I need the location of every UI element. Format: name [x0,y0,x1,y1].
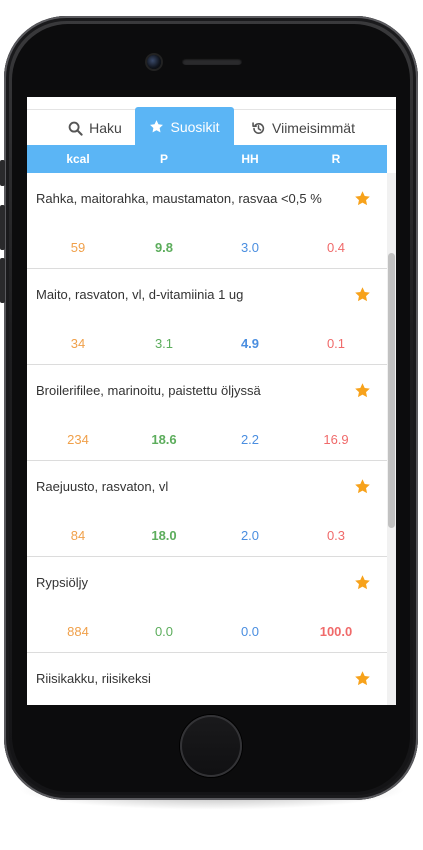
kcal-value: 59 [70,240,86,255]
star-icon [150,120,164,133]
favorite-star-icon[interactable] [354,382,371,399]
fat-value: 16.9 [323,432,349,447]
tab-recent[interactable]: Viimeisimmät [243,110,363,146]
protein-value: 18.6 [151,432,177,447]
kcal-value: 84 [70,528,86,543]
kcal-value: 234 [67,432,89,447]
column-protein: P [159,152,168,166]
protein-value: 18.0 [151,528,177,543]
column-kcal: kcal [66,152,90,166]
kcal-value: 884 [67,624,89,639]
food-row[interactable]: Rahka, maitorahka, maustamaton, rasvaa <… [27,173,387,269]
protein-value: 3.1 [154,336,174,351]
protein-value: 9.8 [154,240,174,255]
food-row[interactable]: Broilerifilee, marinoitu, paistettu öljy… [27,365,387,461]
food-row[interactable]: Raejuusto, rasvaton, vl 84 18.0 2.0 0.3 [27,461,387,557]
volume-up-button [0,205,5,250]
food-name: Rahka, maitorahka, maustamaton, rasvaa <… [36,191,322,206]
food-name: Raejuusto, rasvaton, vl [36,479,169,494]
favorite-star-icon[interactable] [354,286,371,303]
tab-favorites[interactable]: Suosikit [135,107,234,146]
food-name: Broilerifilee, marinoitu, paistettu öljy… [36,383,261,398]
fat-value: 0.3 [326,528,346,543]
mute-switch [0,160,5,186]
fat-value: 0.1 [326,336,346,351]
earpiece-speaker [182,58,242,65]
favorite-star-icon[interactable] [354,574,371,591]
kcal-value: 34 [70,336,86,351]
carbs-value: 4.9 [240,336,260,351]
scrollbar-track[interactable] [387,173,396,705]
search-icon [68,121,83,136]
front-camera [147,55,161,69]
carbs-value: 3.0 [240,240,260,255]
carbs-value: 0.0 [240,624,260,639]
column-carbs: HH [241,152,259,166]
column-fat: R [331,152,341,166]
history-icon [252,121,265,134]
home-button[interactable] [180,715,242,777]
food-row[interactable]: Riisikakku, riisikeksi [27,653,387,705]
scrollbar-thumb[interactable] [388,253,395,528]
food-row[interactable]: Maito, rasvaton, vl, d-vitamiinia 1 ug 3… [27,269,387,365]
app-screen: Haku Suosikit Viimeisimmät kcal P HH R R… [27,97,396,705]
tab-label: Suosikit [170,118,220,135]
carbs-value: 2.0 [240,528,260,543]
tab-bar: Haku Suosikit Viimeisimmät [27,107,396,146]
food-name: Riisikakku, riisikeksi [36,671,151,686]
food-name: Maito, rasvaton, vl, d-vitamiinia 1 ug [36,287,244,302]
favorite-star-icon[interactable] [354,190,371,207]
food-row[interactable]: Rypsiöljy 884 0.0 0.0 100.0 [27,557,387,653]
tab-search[interactable]: Haku [65,110,125,146]
food-name: Rypsiöljy [36,575,89,590]
tab-label: Haku [89,120,122,136]
fat-value: 0.4 [326,240,346,255]
volume-down-button [0,258,5,303]
column-header: kcal P HH R [27,145,387,173]
fat-value: 100.0 [319,624,353,639]
carbs-value: 2.2 [240,432,260,447]
tab-label: Viimeisimmät [272,120,355,136]
protein-value: 0.0 [154,624,174,639]
favorite-star-icon[interactable] [354,670,371,687]
favorite-star-icon[interactable] [354,478,371,495]
